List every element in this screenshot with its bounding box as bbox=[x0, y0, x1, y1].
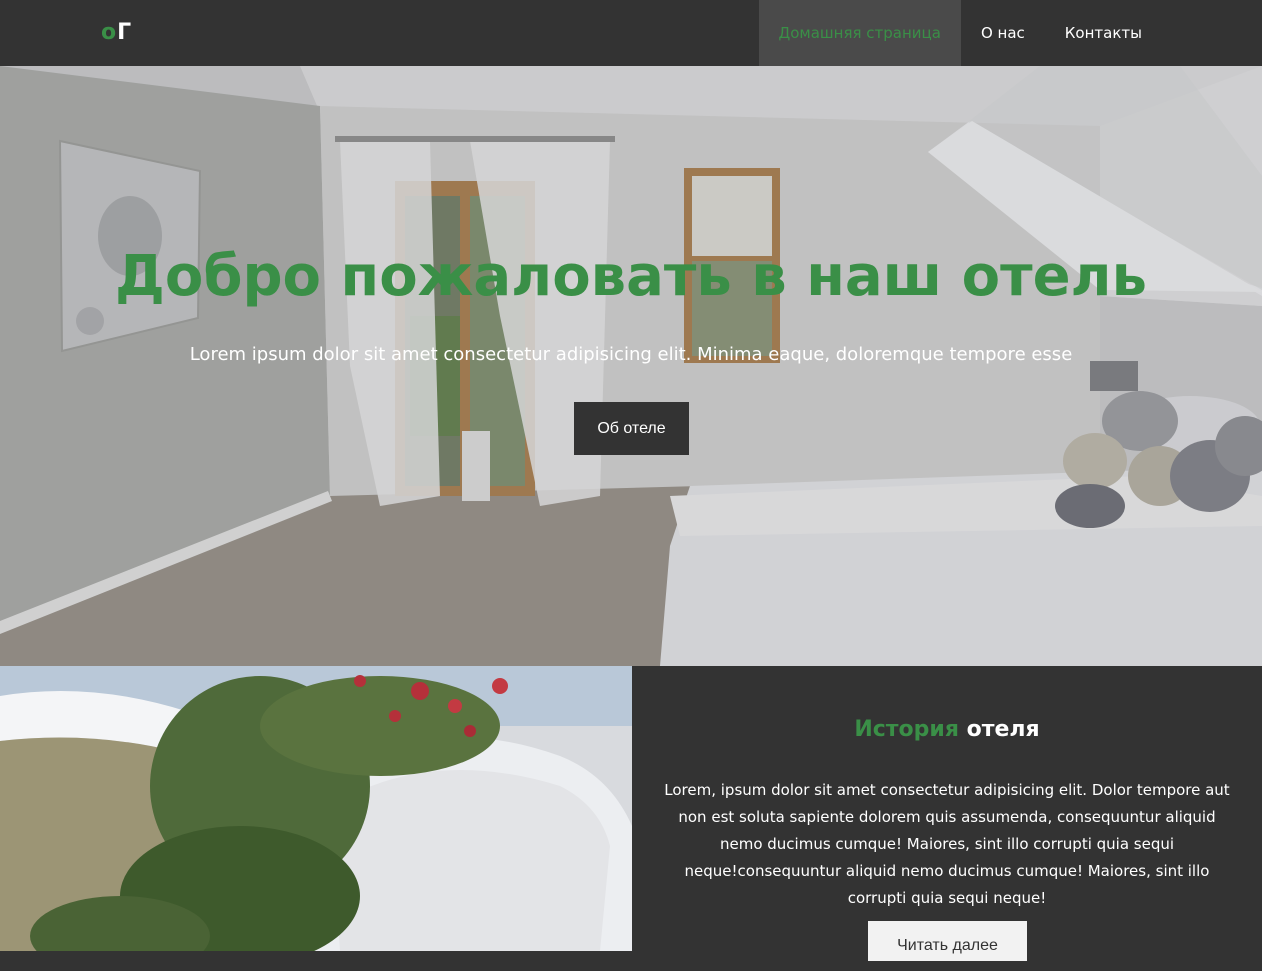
about-section: История отеля Lorem, ipsum dolor sit ame… bbox=[632, 666, 1262, 961]
logo-letter-first: о bbox=[101, 20, 118, 45]
about-image bbox=[0, 666, 632, 951]
nav-link-home[interactable]: Домашняя страница bbox=[758, 0, 961, 66]
about-hotel-button[interactable]: Об отеле bbox=[574, 402, 689, 455]
navbar: оГ Домашняя страница О нас Контакты bbox=[0, 0, 1262, 66]
about-text: Lorem, ipsum dolor sit amet consectetur … bbox=[664, 781, 1230, 907]
nav-link-contacts[interactable]: Контакты bbox=[1045, 0, 1162, 66]
hero-section: Добро пожаловать в наш отель Lorem ipsum… bbox=[0, 66, 1262, 666]
about-title: История отеля bbox=[632, 717, 1262, 742]
hero-subtitle: Lorem ipsum dolor sit amet consectetur a… bbox=[189, 344, 1073, 365]
about-title-rest: отеля bbox=[966, 717, 1040, 742]
logo[interactable]: оГ bbox=[101, 20, 132, 45]
read-more-button[interactable]: Читать далее bbox=[868, 921, 1027, 961]
hero-title: Добро пожаловать в наш отель bbox=[115, 244, 1147, 309]
about-title-accent: История bbox=[854, 717, 959, 742]
main-nav: Домашняя страница О нас Контакты bbox=[758, 0, 1162, 66]
nav-link-about[interactable]: О нас bbox=[961, 0, 1045, 66]
logo-letter-second: Г bbox=[117, 20, 133, 45]
garden-image bbox=[0, 666, 632, 951]
hero-bedroom-image bbox=[0, 66, 1262, 666]
